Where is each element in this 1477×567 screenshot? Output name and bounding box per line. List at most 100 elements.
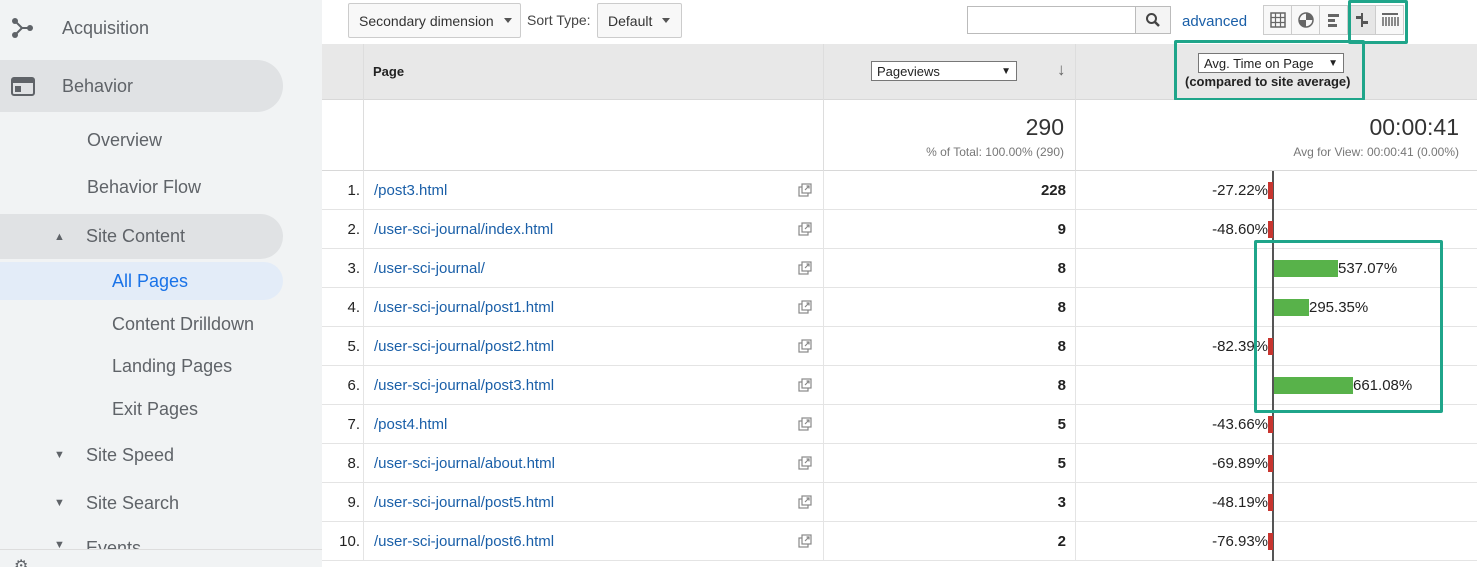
table-row: 3. /user-sci-journal/ 8 537.07% bbox=[322, 249, 1477, 288]
open-external-icon[interactable] bbox=[798, 495, 812, 509]
data-table-view-button[interactable] bbox=[1263, 5, 1292, 35]
sidebar: Acquisition Behavior Overview Behavior F… bbox=[0, 0, 322, 567]
column-divider bbox=[363, 405, 364, 444]
comparison-percent: -82.39% bbox=[1212, 338, 1268, 355]
nav-exit-pages[interactable]: Exit Pages bbox=[0, 389, 283, 429]
negative-comparison-bar bbox=[1268, 533, 1273, 550]
nav-all-pages[interactable]: All Pages bbox=[0, 262, 283, 300]
page-link[interactable]: /user-sci-journal/index.html bbox=[374, 221, 553, 238]
nav-behavior[interactable]: Behavior bbox=[0, 60, 283, 112]
gear-icon[interactable]: ⚙ bbox=[14, 556, 28, 567]
table-row: 10. /user-sci-journal/post6.html 2 -76.9… bbox=[322, 522, 1477, 561]
column-divider bbox=[823, 522, 824, 561]
comparison-metric-select[interactable]: Avg. Time on Page ▼ bbox=[1198, 53, 1344, 73]
sort-type-dropdown[interactable]: Default bbox=[597, 3, 682, 38]
main-content: Secondary dimension Sort Type: Default a… bbox=[322, 0, 1477, 567]
row-index: 3. bbox=[347, 260, 360, 277]
column-divider bbox=[1075, 405, 1076, 444]
comparison-percent: 661.08% bbox=[1353, 377, 1413, 394]
column-divider bbox=[363, 522, 364, 561]
page-link[interactable]: /user-sci-journal/post2.html bbox=[374, 338, 554, 355]
page-link[interactable]: /user-sci-journal/post5.html bbox=[374, 494, 554, 511]
nav-content-drilldown-label: Content Drilldown bbox=[112, 313, 255, 334]
column-divider bbox=[1075, 288, 1076, 327]
column-divider bbox=[1075, 444, 1076, 483]
pivot-view-button[interactable] bbox=[1375, 5, 1404, 35]
row-index: 6. bbox=[347, 377, 360, 394]
nav-acquisition[interactable]: Acquisition bbox=[0, 2, 300, 54]
open-external-icon[interactable] bbox=[798, 417, 812, 431]
row-index: 1. bbox=[347, 182, 360, 199]
nav-overview[interactable]: Overview bbox=[0, 120, 283, 160]
page-link[interactable]: /user-sci-journal/ bbox=[374, 260, 485, 277]
secondary-dimension-label: Secondary dimension bbox=[359, 12, 494, 29]
column-divider bbox=[363, 210, 364, 249]
nav-site-content-label: Site Content bbox=[86, 226, 186, 246]
collapsed-triangle-icon: ▼ bbox=[54, 497, 65, 509]
positive-comparison-bar bbox=[1274, 377, 1353, 394]
page-link[interactable]: /user-sci-journal/post6.html bbox=[374, 533, 554, 550]
total-pageviews-sub: % of Total: 100.00% (290) bbox=[926, 145, 1064, 159]
column-divider bbox=[823, 483, 824, 522]
nav-behavior-flow[interactable]: Behavior Flow bbox=[0, 167, 283, 207]
row-index: 5. bbox=[347, 338, 360, 355]
page-column-header[interactable]: Page bbox=[373, 64, 404, 79]
sort-descending-icon[interactable]: ↓ bbox=[1057, 60, 1066, 80]
nav-site-search[interactable]: ▼ Site Search bbox=[0, 483, 283, 523]
open-external-icon[interactable] bbox=[798, 339, 812, 353]
column-divider bbox=[1075, 483, 1076, 522]
open-external-icon[interactable] bbox=[798, 183, 812, 197]
page-link[interactable]: /post3.html bbox=[374, 182, 447, 199]
column-divider bbox=[1075, 210, 1076, 249]
column-divider bbox=[363, 288, 364, 327]
pie-view-button[interactable] bbox=[1291, 5, 1320, 35]
page-link[interactable]: /post4.html bbox=[374, 416, 447, 433]
open-external-icon[interactable] bbox=[798, 534, 812, 548]
nav-content-drilldown[interactable]: Content Drilldown bbox=[0, 304, 283, 344]
page-link[interactable]: /user-sci-journal/post3.html bbox=[374, 377, 554, 394]
search-button[interactable] bbox=[1135, 6, 1171, 34]
expanded-triangle-icon: ▲ bbox=[54, 230, 65, 243]
column-divider bbox=[823, 171, 824, 210]
summary-row: 290 % of Total: 100.00% (290) 00:00:41 A… bbox=[322, 100, 1477, 171]
nav-site-content[interactable]: ▲ Site Content bbox=[0, 214, 283, 259]
comparison-view-button[interactable] bbox=[1347, 5, 1376, 35]
sort-type-label: Sort Type: bbox=[527, 12, 591, 28]
negative-comparison-bar bbox=[1268, 338, 1273, 355]
open-external-icon[interactable] bbox=[798, 300, 812, 314]
secondary-dimension-dropdown[interactable]: Secondary dimension bbox=[348, 3, 521, 38]
comparison-metric-value: Avg. Time on Page bbox=[1204, 55, 1314, 71]
avg-time-total: 00:00:41 bbox=[1369, 114, 1459, 140]
page-link[interactable]: /user-sci-journal/post1.html bbox=[374, 299, 554, 316]
pivot-icon bbox=[1381, 13, 1399, 26]
column-divider bbox=[1075, 327, 1076, 366]
column-divider bbox=[1075, 100, 1076, 171]
negative-comparison-bar bbox=[1268, 221, 1273, 238]
column-divider bbox=[363, 100, 364, 171]
column-divider bbox=[363, 483, 364, 522]
column-divider bbox=[823, 327, 824, 366]
search-input[interactable] bbox=[967, 6, 1137, 34]
open-external-icon[interactable] bbox=[798, 456, 812, 470]
nav-site-speed[interactable]: ▼ Site Speed bbox=[0, 435, 283, 475]
table-row: 4. /user-sci-journal/post1.html 8 295.35… bbox=[322, 288, 1477, 327]
pageviews-value: 9 bbox=[1057, 221, 1066, 238]
advanced-link[interactable]: advanced bbox=[1182, 13, 1247, 30]
open-external-icon[interactable] bbox=[798, 222, 812, 236]
nav-landing-pages[interactable]: Landing Pages bbox=[0, 346, 283, 386]
performance-view-button[interactable] bbox=[1319, 5, 1348, 35]
page-link[interactable]: /user-sci-journal/about.html bbox=[374, 455, 555, 472]
open-external-icon[interactable] bbox=[798, 378, 812, 392]
metric-select[interactable]: Pageviews ▼ bbox=[871, 61, 1017, 81]
comparison-percent: -69.89% bbox=[1212, 455, 1268, 472]
comparison-icon bbox=[1355, 13, 1368, 27]
collapsed-triangle-icon: ▼ bbox=[54, 449, 65, 461]
positive-comparison-bar bbox=[1274, 299, 1309, 316]
comparison-subtitle: (compared to site average) bbox=[1185, 74, 1351, 89]
nav-behavior-label: Behavior bbox=[62, 75, 134, 96]
column-divider bbox=[363, 366, 364, 405]
table-row: 6. /user-sci-journal/post3.html 8 661.08… bbox=[322, 366, 1477, 405]
open-external-icon[interactable] bbox=[798, 261, 812, 275]
column-divider bbox=[823, 366, 824, 405]
row-index: 2. bbox=[347, 221, 360, 238]
